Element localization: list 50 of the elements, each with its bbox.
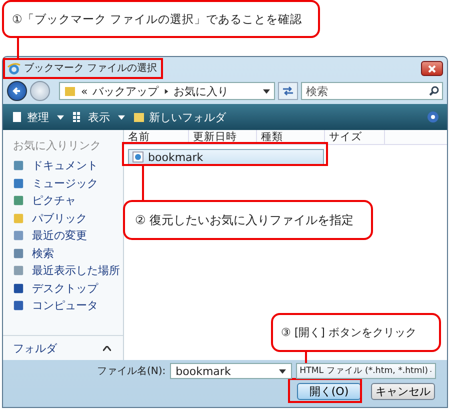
chevron-up-icon bbox=[103, 346, 111, 350]
close-button[interactable] bbox=[421, 61, 443, 76]
back-arrow-icon bbox=[12, 86, 22, 96]
callout: ② 復元したいお気に入りファイルを指定 bbox=[123, 200, 373, 240]
help-icon[interactable] bbox=[427, 111, 439, 123]
dropdown-icon bbox=[57, 114, 64, 120]
browser-icon bbox=[132, 151, 144, 163]
close-icon bbox=[427, 64, 437, 74]
breadcrumb-overflow[interactable]: « bbox=[81, 84, 88, 98]
sidebar-item[interactable]: ピクチャ bbox=[3, 192, 123, 210]
filename-field[interactable]: bookmark bbox=[170, 363, 292, 380]
callout: ①「ブックマーク ファイルの選択」であることを確認 bbox=[2, 0, 320, 38]
browser-icon bbox=[7, 62, 21, 76]
dropdown-icon bbox=[118, 114, 125, 120]
sidebar-item[interactable]: 最近表示した場所 bbox=[3, 262, 123, 280]
search-field[interactable]: 検索 bbox=[301, 82, 443, 100]
breadcrumb-item[interactable]: バックアップ bbox=[92, 84, 159, 98]
refresh-button[interactable] bbox=[278, 82, 298, 100]
folders-toggle[interactable]: フォルダ bbox=[3, 335, 123, 360]
dropdown-icon bbox=[263, 88, 270, 94]
column-header[interactable]: 更新日時 bbox=[189, 130, 257, 144]
column-header[interactable]: 名前 bbox=[124, 130, 189, 144]
column-header[interactable]: 種類 bbox=[257, 130, 325, 144]
callout: ③ [開く] ボタンをクリック bbox=[271, 313, 441, 352]
sidebar-item[interactable]: 検索 bbox=[3, 244, 123, 262]
column-header[interactable]: サイズ bbox=[325, 130, 385, 144]
sidebar-header: お気に入りリンク bbox=[12, 138, 102, 154]
sidebar-item[interactable]: コンピュータ bbox=[3, 297, 123, 314]
page-icon bbox=[11, 111, 23, 123]
sidebar-item[interactable]: ミュージック bbox=[3, 174, 123, 192]
toolbar-button[interactable]: 新しいフォルダ bbox=[133, 110, 226, 124]
sidebar-item[interactable]: ドキュメント bbox=[3, 157, 123, 174]
filename-label: ファイル名(N): bbox=[97, 365, 166, 378]
breadcrumb-item[interactable]: お気に入り bbox=[174, 84, 229, 98]
window-title: ブックマーク ファイルの選択 bbox=[24, 62, 158, 75]
open-button[interactable]: 開く(O) bbox=[297, 382, 361, 400]
cancel-button[interactable]: キャンセル bbox=[371, 382, 435, 400]
leader-line bbox=[142, 166, 144, 200]
file-item[interactable]: bookmark bbox=[128, 149, 324, 165]
toolbar-button[interactable]: 表示 bbox=[72, 110, 125, 124]
sidebar-item[interactable]: パブリック bbox=[3, 210, 123, 227]
back-button[interactable] bbox=[7, 81, 27, 101]
refresh-icon bbox=[282, 86, 294, 96]
toolbar-button[interactable]: 整理 bbox=[11, 110, 64, 124]
sidebar-item[interactable]: 最近の変更 bbox=[3, 227, 123, 244]
file-type-dropdown[interactable]: HTML ファイル (*.htm, *.html) bbox=[296, 363, 436, 380]
chevron-icon bbox=[164, 88, 169, 94]
sidebar-item[interactable]: デスクトップ bbox=[3, 280, 123, 297]
address-bar[interactable]: « バックアップ お気に入り bbox=[59, 82, 275, 100]
dropdown-icon bbox=[278, 368, 286, 374]
